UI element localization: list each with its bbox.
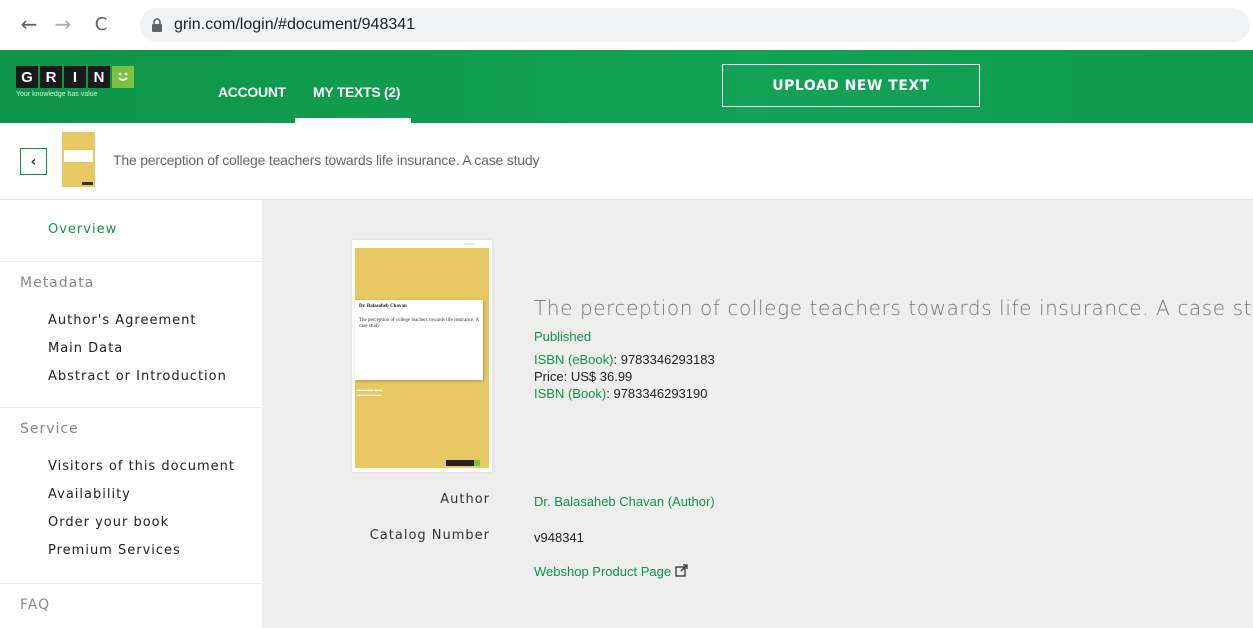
logo-letter-i: I [64, 66, 86, 88]
url-text: grin.com/login/#document/948341 [174, 16, 416, 33]
logo-tagline: Your knowledge has value [16, 91, 98, 98]
document-thumbnail [62, 132, 95, 187]
isbn-ebook-line: ISBN (eBook): 9783346293183 [534, 352, 715, 367]
sidebar-item-abstract[interactable]: Abstract or Introduction [48, 369, 227, 384]
author-link[interactable]: Dr. Balasaheb Chavan (Author) [534, 494, 715, 509]
lock-icon [152, 18, 162, 32]
sidebar-heading-faq[interactable]: FAQ [20, 597, 50, 613]
sidebar-service-section: Service Visitors of this document Availa… [0, 408, 262, 584]
sidebar: Overview Metadata Author's Agreement Mai… [0, 200, 262, 628]
book-cover: ▭▭▭ Dr. Balasaheb Chavan The perception … [352, 240, 492, 472]
address-bar[interactable]: grin.com/login/#document/948341 [140, 8, 1250, 42]
site-header: G R I N Your knowledge has value ACCOUNT… [0, 50, 1253, 123]
isbn-book-line: ISBN (Book): 9783346293190 [534, 386, 707, 401]
nav-account[interactable]: ACCOUNT [218, 84, 286, 100]
cover-title: The perception of college teachers towar… [359, 318, 479, 329]
nav-my-texts[interactable]: MY TEXTS (2) [313, 84, 400, 100]
chevron-left-icon[interactable]: ‹ [20, 148, 47, 175]
sidebar-metadata-section: Metadata Author's Agreement Main Data Ab… [0, 262, 262, 408]
cover-logo-icon [446, 460, 474, 466]
back-arrow-icon[interactable]: ← [18, 12, 40, 36]
main-content: ▭▭▭ Dr. Balasaheb Chavan The perception … [262, 200, 1253, 628]
logo-letter-r: R [40, 66, 62, 88]
cover-mini-text: ▬▬▬▬ ▬▬ ▬▬▬▬▬▬ [357, 387, 383, 397]
grin-logo[interactable]: G R I N Your knowledge has value [16, 66, 134, 98]
isbn-ebook-link[interactable]: ISBN (eBook) [534, 352, 613, 367]
cover-corner-mark: ▭▭▭ [464, 241, 476, 246]
sidebar-item-availability[interactable]: Availability [48, 487, 131, 502]
external-link-icon [675, 564, 688, 577]
forward-arrow-icon[interactable]: → [52, 12, 74, 36]
document-title-small: The perception of college teachers towar… [113, 152, 540, 168]
price-line: Price: US$ 36.99 [534, 369, 633, 384]
isbn-book-link[interactable]: ISBN (Book) [534, 386, 606, 401]
logo-letter-n: N [88, 66, 110, 88]
sidebar-item-authors-agreement[interactable]: Author's Agreement [48, 313, 196, 328]
cover-author: Dr. Balasaheb Chavan [359, 304, 407, 309]
status-badge: Published [534, 329, 592, 344]
upload-new-text-button[interactable]: UPLOAD NEW TEXT [722, 64, 980, 107]
cover-card: Dr. Balasaheb Chavan The perception of c… [355, 300, 483, 380]
sidebar-overview-section: Overview [0, 200, 262, 262]
catalog-number-value: v948341 [534, 530, 584, 545]
book-title: The perception of college teachers towar… [534, 296, 1253, 320]
sidebar-heading-service: Service [20, 421, 79, 437]
sidebar-heading-metadata: Metadata [20, 275, 95, 291]
smile-icon [112, 66, 134, 88]
webshop-product-page-link[interactable]: Webshop Product Page [534, 564, 688, 579]
sidebar-item-main-data[interactable]: Main Data [48, 341, 123, 356]
author-label: Author [440, 492, 490, 507]
sidebar-item-order-book[interactable]: Order your book [48, 515, 169, 530]
sidebar-item-premium-services[interactable]: Premium Services [48, 543, 181, 558]
webshop-label: Webshop Product Page [534, 564, 672, 579]
sidebar-item-overview[interactable]: Overview [48, 222, 117, 237]
cover-logo-accent [474, 460, 480, 466]
catalog-number-label: Catalog Number [369, 528, 490, 543]
sidebar-item-visitors[interactable]: Visitors of this document [48, 459, 235, 474]
logo-letter-g: G [16, 66, 38, 88]
isbn-book-value: : 9783346293190 [606, 386, 708, 401]
isbn-ebook-value: : 9783346293183 [613, 352, 715, 367]
reload-icon[interactable]: C [90, 13, 112, 35]
document-strip: ‹ The perception of college teachers tow… [0, 123, 1253, 200]
browser-toolbar: ← → C grin.com/login/#document/948341 [0, 0, 1253, 50]
